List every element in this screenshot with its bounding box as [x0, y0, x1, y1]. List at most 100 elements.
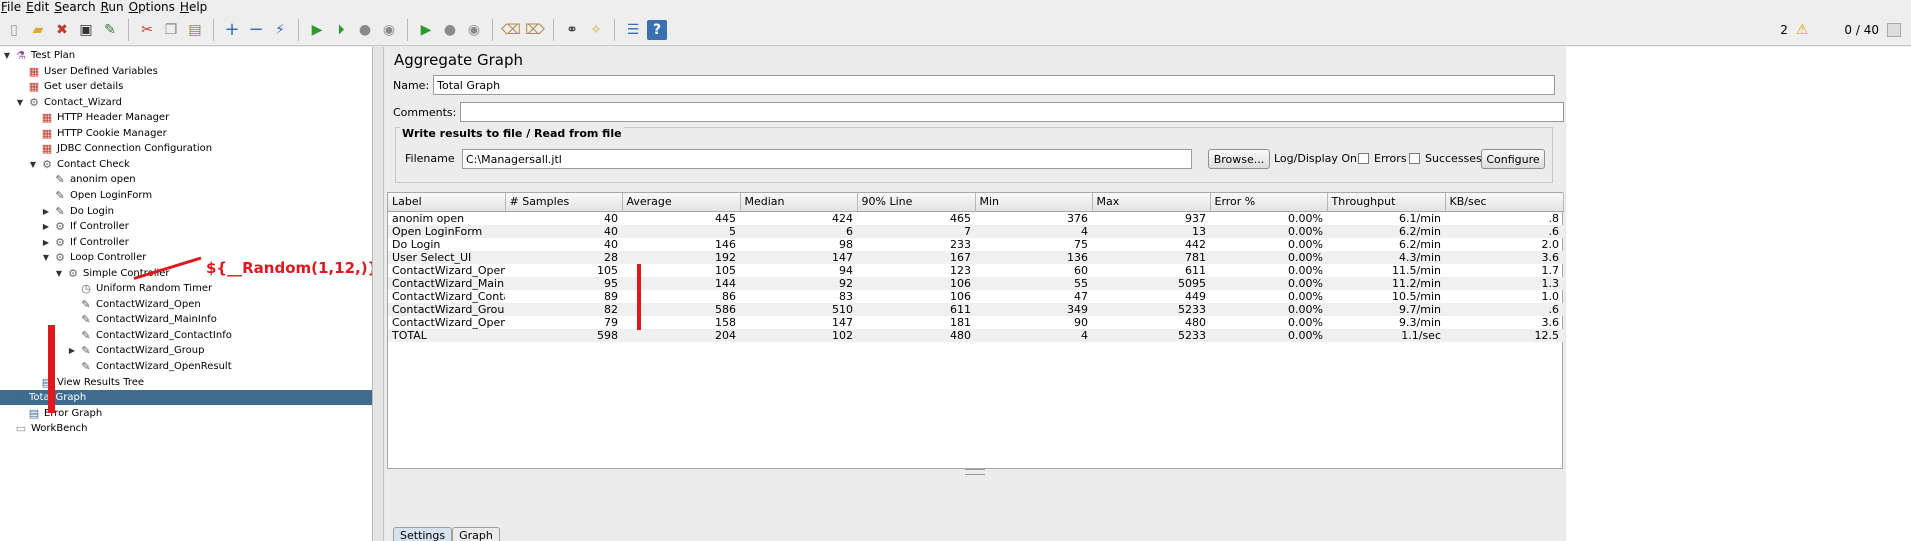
expand-toggle-icon[interactable]: ▶ [41, 207, 51, 216]
remote-shutdown-icon[interactable]: ◉ [464, 20, 484, 40]
table-row[interactable]: ContactWizard_Conta...898683106474490.00… [388, 290, 1563, 303]
tree-node[interactable]: ▦ HTTP Cookie Manager [28, 126, 167, 141]
tab-graph[interactable]: Graph [452, 527, 500, 541]
cut-icon[interactable]: ✂ [137, 20, 157, 40]
table-row[interactable]: ContactWizard_MainInfo95144921065550950.… [388, 276, 1563, 290]
expand-icon[interactable]: + [222, 19, 242, 40]
open-icon[interactable]: ▰ [28, 20, 48, 40]
save-as-icon[interactable]: ✎ [100, 20, 120, 40]
tree-node[interactable]: ▦ JDBC Connection Configuration [28, 141, 212, 156]
column-header[interactable]: Throughput [1327, 193, 1446, 212]
split-pane-divider[interactable] [374, 47, 384, 541]
warning-icon[interactable]: ⚠ [1796, 22, 1809, 38]
collapse-toggle-icon[interactable]: ▼ [2, 51, 12, 60]
table-row[interactable]: Do Login 40 146 98 233 75 442 0.00% 6.2/min 2.0 [388, 238, 1563, 251]
tree-node[interactable]: ▼ ⚙ Contact_Wizard [15, 95, 122, 110]
table-row[interactable]: User Select_UI 28 192 147 167 136 781 0.00% 4.3/… [388, 250, 1563, 264]
toggle-icon[interactable]: ⚡ [270, 20, 290, 40]
tree-node[interactable]: ▤ Error Graph [15, 406, 102, 421]
column-header[interactable]: Max [1092, 193, 1211, 212]
successes-checkbox[interactable] [1409, 153, 1420, 164]
tree-node[interactable]: ▤ View Results Tree [28, 375, 144, 390]
function-helper-icon[interactable]: ☰ [623, 20, 643, 40]
menu-search[interactable]: Search [53, 0, 99, 14]
collapse-toggle-icon[interactable]: ▼ [15, 98, 25, 107]
start-no-pause-icon[interactable]: ⏵ [331, 20, 351, 40]
controller-icon: ⚙ [68, 266, 78, 280]
column-header[interactable]: Median [740, 193, 858, 212]
menu-bar: File Edit Search Run Options Help [0, 0, 1911, 14]
table-row[interactable]: anonim open 40 445 424 465 376 937 0.00% 6.1/min… [388, 211, 1563, 225]
close-icon[interactable]: ✖ [52, 20, 72, 40]
collapse-toggle-icon[interactable]: ▼ [41, 253, 51, 262]
stop-icon[interactable]: ● [355, 20, 375, 40]
tree-node[interactable]: ▶ ✎ Do Login [41, 204, 114, 219]
search-icon[interactable]: ⚭ [562, 20, 582, 40]
tab-settings[interactable]: Settings [393, 527, 453, 541]
tree-node[interactable]: ▤ Total Graph [0, 390, 372, 406]
column-header[interactable]: KB/sec [1445, 193, 1564, 212]
expand-toggle-icon[interactable]: ▶ [41, 222, 51, 231]
table-row[interactable]: ContactWizard_Group 82 586 510 611 349 5233 0.0… [388, 302, 1563, 316]
remote-stop-icon[interactable]: ● [440, 20, 460, 40]
table-row[interactable]: TOTAL 598 204 102 480 4 5233 0.00% 1.1/sec 12.5 [388, 328, 1563, 342]
collapse-icon[interactable]: − [246, 19, 266, 40]
column-header[interactable]: Average [622, 193, 741, 212]
column-header[interactable]: 90% Line [857, 193, 976, 212]
column-header[interactable]: Label [388, 193, 506, 212]
reset-search-icon[interactable]: ✧ [586, 20, 606, 40]
collapse-toggle-icon[interactable]: ▼ [54, 269, 64, 278]
collapse-toggle-icon[interactable]: ▼ [28, 160, 38, 169]
name-input[interactable] [433, 75, 1556, 95]
save-icon[interactable]: ▣ [76, 20, 96, 40]
configure-button[interactable]: Configure [1481, 149, 1545, 169]
tree-node[interactable]: ▼ ⚗ Test Plan [2, 48, 75, 63]
tree-node[interactable]: ▼ ⚙ Loop Controller [41, 250, 146, 265]
tree-node[interactable]: ▦ HTTP Header Manager [28, 110, 169, 125]
menu-run[interactable]: Run [100, 0, 128, 14]
remote-start-icon[interactable]: ▶ [416, 20, 436, 40]
shutdown-icon[interactable]: ◉ [379, 20, 399, 40]
filename-input[interactable] [462, 149, 1192, 169]
tree-node[interactable]: ▭ WorkBench [2, 421, 88, 436]
copy-icon[interactable]: ❐ [161, 20, 181, 40]
new-icon[interactable]: ▯ [4, 20, 24, 40]
comments-input[interactable] [460, 102, 1565, 122]
tree-node[interactable]: ◷ Uniform Random Timer [67, 281, 212, 296]
help-icon[interactable]: ? [647, 19, 667, 40]
tree-node[interactable]: ✎ ContactWizard_OpenResult [67, 359, 231, 374]
tree-node[interactable]: ✎ Open LoginForm [41, 188, 152, 203]
table-header-row: Label # Samples Average Median 90% Line Min Ma… [388, 193, 1564, 212]
tree-node[interactable]: ✎ ContactWizard_Open [67, 297, 200, 312]
tree-node[interactable]: ▶ ⚙ If Controller [41, 219, 129, 234]
start-icon[interactable]: ▶ [307, 20, 327, 40]
thread-group-icon: ⚙ [29, 95, 39, 109]
tree-node[interactable]: ✎ ContactWizard_MainInfo [67, 312, 216, 327]
menu-edit[interactable]: Edit [25, 0, 53, 14]
split-handle[interactable] [965, 469, 985, 475]
tree-node[interactable]: ▦ User Defined Variables [15, 64, 158, 79]
tree-node[interactable]: ▼ ⚙ Contact Check [28, 157, 130, 172]
table-row[interactable]: Open LoginForm 40 5 6 7 4 13 0.00% 6.2/min .6 [388, 224, 1563, 238]
menu-file[interactable]: File [0, 0, 25, 14]
tree-node[interactable]: ✎ ContactWizard_ContactInfo [67, 328, 231, 343]
column-header[interactable]: # Samples [505, 193, 623, 212]
column-header[interactable]: Min [975, 193, 1093, 212]
tree-node[interactable]: ✎ anonim open [41, 172, 135, 187]
errors-checkbox[interactable] [1358, 153, 1369, 164]
expand-toggle-icon[interactable]: ▶ [41, 238, 51, 247]
tree-node[interactable]: ▦ Get user details [15, 79, 124, 94]
menu-help[interactable]: Help [179, 0, 211, 14]
browse-button[interactable]: Browse... [1208, 149, 1270, 169]
expand-toggle-icon[interactable]: ▶ [67, 346, 77, 355]
table-row[interactable]: ContactWizard_Open...79158147181904800.0… [388, 316, 1563, 329]
menu-options[interactable]: Options [128, 0, 179, 14]
tree-node[interactable]: ▶ ✎ ContactWizard_Group [67, 343, 205, 358]
table-cell: 1.7 [1541, 263, 1560, 277]
tree-node[interactable]: ▶ ⚙ If Controller [41, 235, 129, 250]
paste-icon[interactable]: ▤ [185, 20, 205, 40]
table-row[interactable]: ContactWizard_Open 105 105 94 123 60 611 0.00% 1… [388, 264, 1563, 277]
clear-icon[interactable]: ⌫ [501, 20, 521, 40]
column-header[interactable]: Error % [1210, 193, 1328, 212]
clear-all-icon[interactable]: ⌦ [525, 20, 545, 40]
